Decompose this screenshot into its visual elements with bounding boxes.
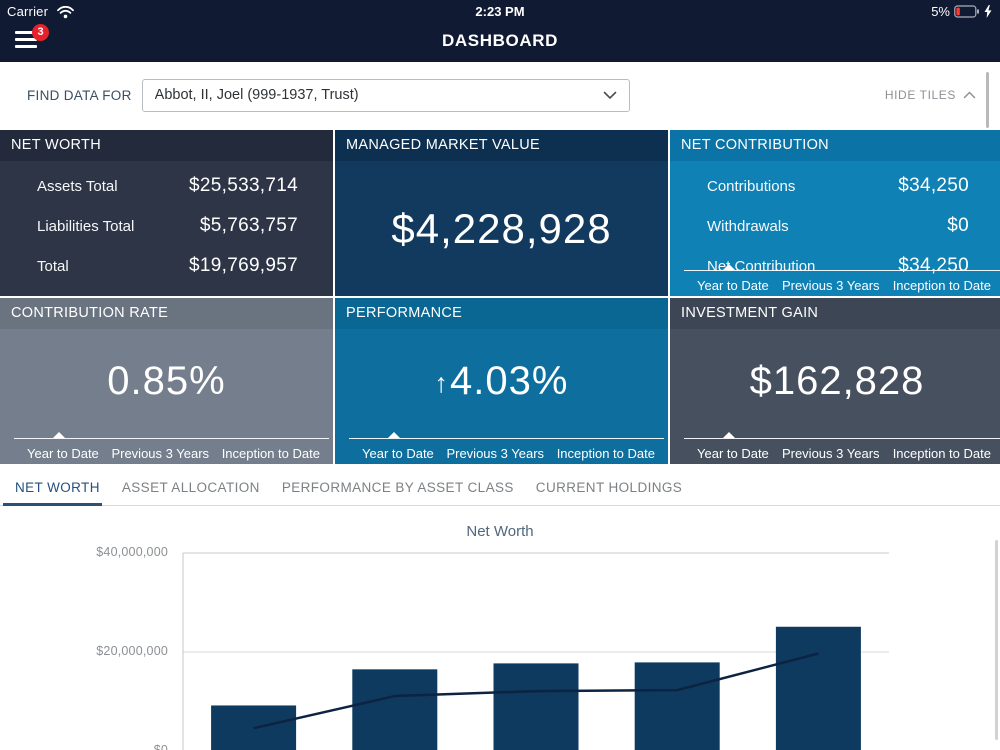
battery-icon	[954, 5, 979, 18]
tile-net-contribution[interactable]: NET CONTRIBUTION Contributions $34,250 W…	[670, 130, 1000, 296]
tile-investment-gain[interactable]: INVESTMENT GAIN $162,828 Year to Date Pr…	[670, 298, 1000, 464]
period-tab-previous-3-years[interactable]: Previous 3 Years	[111, 446, 209, 461]
stat-row: Contributions $34,250	[670, 166, 1000, 206]
net-worth-bar[interactable]	[634, 662, 720, 750]
scroll-indicator	[986, 72, 989, 128]
period-tab-year-to-date[interactable]: Year to Date	[697, 278, 769, 293]
tile-title: CONTRIBUTION RATE	[0, 298, 333, 329]
period-selector-line	[684, 438, 1000, 439]
period-tab-year-to-date[interactable]: Year to Date	[697, 446, 769, 461]
period-tab-previous-3-years[interactable]: Previous 3 Years	[782, 278, 880, 293]
tile-net-worth[interactable]: NET WORTH Assets Total $25,533,714 Liabi…	[0, 130, 333, 296]
clock-label: 2:23 PM	[475, 4, 525, 19]
stat-label: Total	[37, 257, 69, 275]
find-data-bar: FIND DATA FOR Abbot, II, Joel (999-1937,…	[0, 62, 1000, 128]
section-tabs: NET WORTH ASSET ALLOCATION PERFORMANCE B…	[0, 464, 1000, 506]
stat-label: Liabilities Total	[37, 217, 135, 235]
tile-title: NET WORTH	[0, 130, 333, 161]
charging-bolt-icon	[984, 5, 992, 18]
find-data-label: FIND DATA FOR	[27, 87, 132, 103]
tile-managed-market-value[interactable]: MANAGED MARKET VALUE $4,228,928	[335, 130, 668, 296]
stat-label: Contributions	[707, 177, 796, 195]
battery-percent-label: 5%	[931, 4, 950, 19]
period-selector-line	[684, 270, 1000, 271]
net-worth-stats: Assets Total $25,533,714 Liabilities Tot…	[0, 166, 333, 286]
stat-value: $25,533,714	[189, 175, 298, 196]
period-tab-previous-3-years[interactable]: Previous 3 Years	[782, 446, 880, 461]
chevron-down-icon	[603, 91, 616, 99]
up-arrow-icon: ↑	[434, 368, 450, 398]
stat-row: Assets Total $25,533,714	[0, 166, 333, 206]
chart-title: Net Worth	[466, 523, 534, 540]
period-tab-previous-3-years[interactable]: Previous 3 Years	[446, 446, 544, 461]
tile-title: INVESTMENT GAIN	[670, 298, 1000, 329]
account-select[interactable]: Abbot, II, Joel (999-1937, Trust)	[141, 78, 630, 112]
chevron-up-icon	[963, 91, 976, 99]
hide-tiles-button[interactable]: HIDE TILES	[885, 88, 976, 102]
contribution-rate-value: 0.85%	[107, 359, 226, 403]
net-worth-bar[interactable]	[352, 669, 438, 750]
scroll-indicator	[995, 540, 998, 740]
y-axis-tick-label: $20,000,000	[96, 644, 168, 658]
status-and-nav-bar: Carrier 2:23 PM 5% 3 DASHBOARD	[0, 0, 1000, 62]
investment-gain-value: $162,828	[749, 359, 925, 403]
net-worth-bar[interactable]	[775, 626, 861, 750]
tile-performance[interactable]: PERFORMANCE ↑4.03% Year to Date Previous…	[335, 298, 668, 464]
nav-bar: 3 DASHBOARD	[0, 22, 1000, 62]
period-tab-inception-to-date[interactable]: Inception to Date	[893, 278, 991, 293]
period-selector-line	[349, 438, 664, 439]
tile-contribution-rate[interactable]: CONTRIBUTION RATE 0.85% Year to Date Pre…	[0, 298, 333, 464]
y-axis-tick-label: $40,000,000	[96, 545, 168, 559]
stat-label: Assets Total	[37, 177, 118, 195]
period-tab-inception-to-date[interactable]: Inception to Date	[222, 446, 320, 461]
account-select-value: Abbot, II, Joel (999-1937, Trust)	[154, 87, 359, 103]
performance-value: ↑4.03%	[435, 359, 569, 404]
period-selector-line	[14, 438, 329, 439]
period-tab-inception-to-date[interactable]: Inception to Date	[557, 446, 655, 461]
tab-performance-by-asset-class[interactable]: PERFORMANCE BY ASSET CLASS	[282, 480, 514, 495]
tab-asset-allocation[interactable]: ASSET ALLOCATION	[122, 480, 260, 495]
tab-net-worth[interactable]: NET WORTH	[3, 480, 102, 506]
stat-value: $5,763,757	[199, 215, 298, 236]
stat-row: Withdrawals $0	[670, 206, 1000, 246]
y-axis-tick-label: $0	[153, 743, 168, 750]
battery-status: 5%	[931, 4, 992, 19]
net-worth-trend-line	[253, 652, 819, 730]
period-tab-year-to-date[interactable]: Year to Date	[362, 446, 434, 461]
net-worth-bar[interactable]	[211, 705, 297, 750]
stat-row: Liabilities Total $5,763,757	[0, 206, 333, 246]
period-selector: Year to Date Previous 3 Years Inception …	[335, 417, 668, 464]
tile-title: PERFORMANCE	[335, 298, 668, 329]
period-selector: Year to Date Previous 3 Years Inception …	[0, 417, 333, 464]
net-worth-bar[interactable]	[493, 663, 579, 750]
stat-value: $19,769,957	[189, 255, 298, 276]
period-selector: Year to Date Previous 3 Years Inception …	[670, 417, 1000, 464]
stat-label: Withdrawals	[707, 217, 789, 235]
tab-current-holdings[interactable]: CURRENT HOLDINGS	[536, 480, 682, 495]
period-tab-inception-to-date[interactable]: Inception to Date	[893, 446, 991, 461]
summary-tiles: NET WORTH Assets Total $25,533,714 Liabi…	[0, 130, 1000, 464]
tile-title: MANAGED MARKET VALUE	[335, 130, 668, 161]
period-selector: Year to Date Previous 3 Years Inception …	[670, 249, 1000, 296]
page-title: DASHBOARD	[442, 31, 558, 50]
stat-row: Total $19,769,957	[0, 246, 333, 286]
hide-tiles-label: HIDE TILES	[884, 88, 956, 102]
performance-percent: 4.03%	[450, 359, 569, 403]
stat-value: $0	[947, 215, 969, 236]
dashboard-screen: Carrier 2:23 PM 5% 3 DASHBOARD FIND DATA…	[0, 0, 1000, 750]
period-tab-year-to-date[interactable]: Year to Date	[27, 446, 99, 461]
tile-title: NET CONTRIBUTION	[670, 130, 1000, 161]
ios-status-bar: Carrier 2:23 PM 5%	[0, 0, 1000, 22]
stat-value: $34,250	[898, 175, 969, 196]
managed-market-value-amount: $4,228,928	[391, 204, 612, 252]
